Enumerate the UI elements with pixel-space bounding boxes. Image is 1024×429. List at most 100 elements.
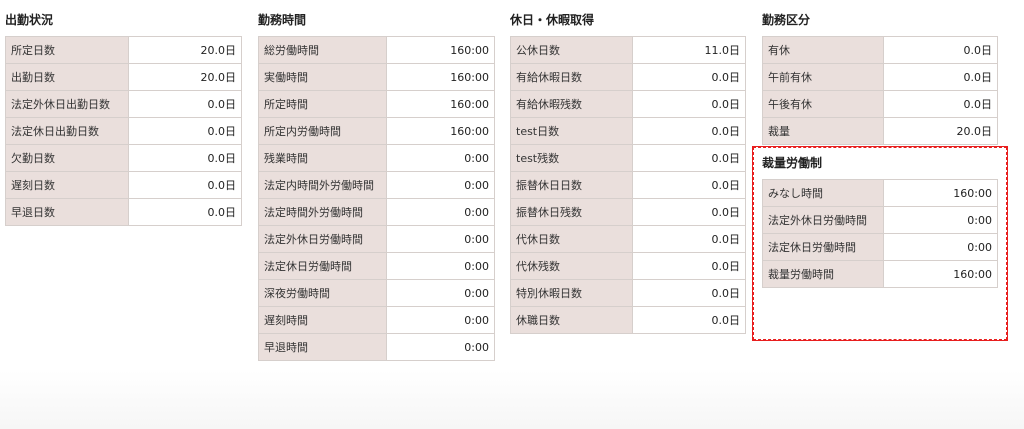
row-value: 0.0日 bbox=[632, 90, 746, 118]
table-row: 早退日数 0.0日 bbox=[5, 198, 242, 226]
row-value: 20.0日 bbox=[128, 63, 242, 91]
work-category-title: 勤務区分 bbox=[762, 13, 811, 27]
row-label: 法定休日労働時間 bbox=[762, 233, 884, 261]
discretionary-title: 裁量労働制 bbox=[762, 156, 823, 170]
table-row: 午前有休 0.0日 bbox=[762, 63, 998, 91]
row-label: 裁量労働時間 bbox=[762, 260, 884, 288]
table-row: 振替休日日数 0.0日 bbox=[510, 171, 746, 199]
row-value: 0:00 bbox=[386, 306, 495, 334]
row-label: 公休日数 bbox=[510, 36, 633, 64]
table-row: 法定外休日労働時間 0:00 bbox=[762, 206, 998, 234]
table-row: 午後有休 0.0日 bbox=[762, 90, 998, 118]
row-value: 0.0日 bbox=[128, 90, 242, 118]
table-row: 出勤日数 20.0日 bbox=[5, 63, 242, 91]
attendance-section: 出勤状況 所定日数 20.0日 出勤日数 20.0日 法定外休日出勤日数 0.0日 法定休日… bbox=[5, 12, 242, 226]
work-hours-section: 勤務時間 総労働時間 160:00 実働時間 160:00 所定時間 160:00 所定内労… bbox=[258, 12, 495, 361]
table-row: 所定内労働時間 160:00 bbox=[258, 117, 495, 145]
row-value: 160:00 bbox=[883, 260, 998, 288]
table-row: 実働時間 160:00 bbox=[258, 63, 495, 91]
table-row: 欠勤日数 0.0日 bbox=[5, 144, 242, 172]
row-value: 0:00 bbox=[386, 171, 495, 199]
table-row: 有給休暇残数 0.0日 bbox=[510, 90, 746, 118]
row-label: 休職日数 bbox=[510, 306, 633, 334]
row-label: 法定休日出勤日数 bbox=[5, 117, 129, 145]
row-value: 0.0日 bbox=[632, 225, 746, 253]
row-value: 0:00 bbox=[386, 144, 495, 172]
leave-table: 公休日数 11.0日 有給休暇日数 0.0日 有給休暇残数 0.0日 test日数 0.0日 t… bbox=[510, 36, 746, 334]
row-label: 代休日数 bbox=[510, 225, 633, 253]
work-hours-title: 勤務時間 bbox=[258, 13, 307, 27]
row-label: 裁量 bbox=[762, 117, 884, 145]
table-row: 法定内時間外労働時間 0:00 bbox=[258, 171, 495, 199]
row-value: 0:00 bbox=[386, 333, 495, 361]
row-label: 有給休暇日数 bbox=[510, 63, 633, 91]
work-category-table: 有休 0.0日 午前有休 0.0日 午後有休 0.0日 裁量 20.0日 bbox=[762, 36, 998, 145]
row-label: 所定時間 bbox=[258, 90, 387, 118]
table-row: 代休残数 0.0日 bbox=[510, 252, 746, 280]
table-row: 法定休日出勤日数 0.0日 bbox=[5, 117, 242, 145]
table-row: 法定休日労働時間 0:00 bbox=[258, 252, 495, 280]
row-label: 法定時間外労働時間 bbox=[258, 198, 387, 226]
row-value: 0:00 bbox=[883, 206, 998, 234]
row-value: 0.0日 bbox=[632, 306, 746, 334]
row-label: 法定外休日出勤日数 bbox=[5, 90, 129, 118]
table-row: 所定日数 20.0日 bbox=[5, 36, 242, 64]
row-label: 実働時間 bbox=[258, 63, 387, 91]
table-row: 法定外休日労働時間 0:00 bbox=[258, 225, 495, 253]
row-label: 遅刻時間 bbox=[258, 306, 387, 334]
row-label: 法定外休日労働時間 bbox=[258, 225, 387, 253]
table-row: 法定時間外労働時間 0:00 bbox=[258, 198, 495, 226]
row-label: みなし時間 bbox=[762, 179, 884, 207]
table-row: 残業時間 0:00 bbox=[258, 144, 495, 172]
row-value: 160:00 bbox=[386, 117, 495, 145]
row-label: 早退時間 bbox=[258, 333, 387, 361]
discretionary-table: みなし時間 160:00 法定外休日労働時間 0:00 法定休日労働時間 0:00 裁量労働… bbox=[762, 179, 998, 288]
leave-title: 休日・休暇取得 bbox=[510, 13, 595, 27]
work-category-section: 勤務区分 有休 0.0日 午前有休 0.0日 午後有休 0.0日 裁量 20.0日 bbox=[762, 12, 998, 145]
table-row: 所定時間 160:00 bbox=[258, 90, 495, 118]
row-label: test日数 bbox=[510, 117, 633, 145]
row-label: 残業時間 bbox=[258, 144, 387, 172]
row-value: 0.0日 bbox=[128, 144, 242, 172]
discretionary-section: 裁量労働制 みなし時間 160:00 法定外休日労働時間 0:00 法定休日労働時間 0:… bbox=[762, 155, 998, 288]
table-row: 裁量労働時間 160:00 bbox=[762, 260, 998, 288]
row-value: 0:00 bbox=[883, 233, 998, 261]
row-value: 0.0日 bbox=[632, 117, 746, 145]
table-row: みなし時間 160:00 bbox=[762, 179, 998, 207]
row-label: 有休 bbox=[762, 36, 884, 64]
row-value: 0:00 bbox=[386, 225, 495, 253]
table-row: 法定休日労働時間 0:00 bbox=[762, 233, 998, 261]
row-label: 出勤日数 bbox=[5, 63, 129, 91]
row-label: 法定外休日労働時間 bbox=[762, 206, 884, 234]
row-label: 欠勤日数 bbox=[5, 144, 129, 172]
row-label: test残数 bbox=[510, 144, 633, 172]
table-row: 公休日数 11.0日 bbox=[510, 36, 746, 64]
row-value: 20.0日 bbox=[128, 36, 242, 64]
attendance-table: 所定日数 20.0日 出勤日数 20.0日 法定外休日出勤日数 0.0日 法定休日出勤日数 0… bbox=[5, 36, 242, 226]
row-value: 0:00 bbox=[386, 252, 495, 280]
row-label: 深夜労働時間 bbox=[258, 279, 387, 307]
table-row: 裁量 20.0日 bbox=[762, 117, 998, 145]
table-row: 有休 0.0日 bbox=[762, 36, 998, 64]
row-label: 午前有休 bbox=[762, 63, 884, 91]
work-hours-table: 総労働時間 160:00 実働時間 160:00 所定時間 160:00 所定内労働時間 16… bbox=[258, 36, 495, 361]
row-label: 有給休暇残数 bbox=[510, 90, 633, 118]
attendance-title: 出勤状況 bbox=[5, 13, 54, 27]
row-value: 160:00 bbox=[386, 90, 495, 118]
row-value: 11.0日 bbox=[632, 36, 746, 64]
row-value: 0.0日 bbox=[883, 63, 998, 91]
table-row: 法定外休日出勤日数 0.0日 bbox=[5, 90, 242, 118]
row-label: 法定内時間外労働時間 bbox=[258, 171, 387, 199]
row-label: 早退日数 bbox=[5, 198, 129, 226]
row-value: 160:00 bbox=[883, 179, 998, 207]
row-label: 法定休日労働時間 bbox=[258, 252, 387, 280]
table-row: 振替休日残数 0.0日 bbox=[510, 198, 746, 226]
table-row: 代休日数 0.0日 bbox=[510, 225, 746, 253]
row-label: 所定内労働時間 bbox=[258, 117, 387, 145]
row-value: 0:00 bbox=[386, 279, 495, 307]
row-value: 0:00 bbox=[386, 198, 495, 226]
row-value: 0.0日 bbox=[632, 252, 746, 280]
row-value: 0.0日 bbox=[632, 63, 746, 91]
row-value: 0.0日 bbox=[632, 171, 746, 199]
table-row: 有給休暇日数 0.0日 bbox=[510, 63, 746, 91]
